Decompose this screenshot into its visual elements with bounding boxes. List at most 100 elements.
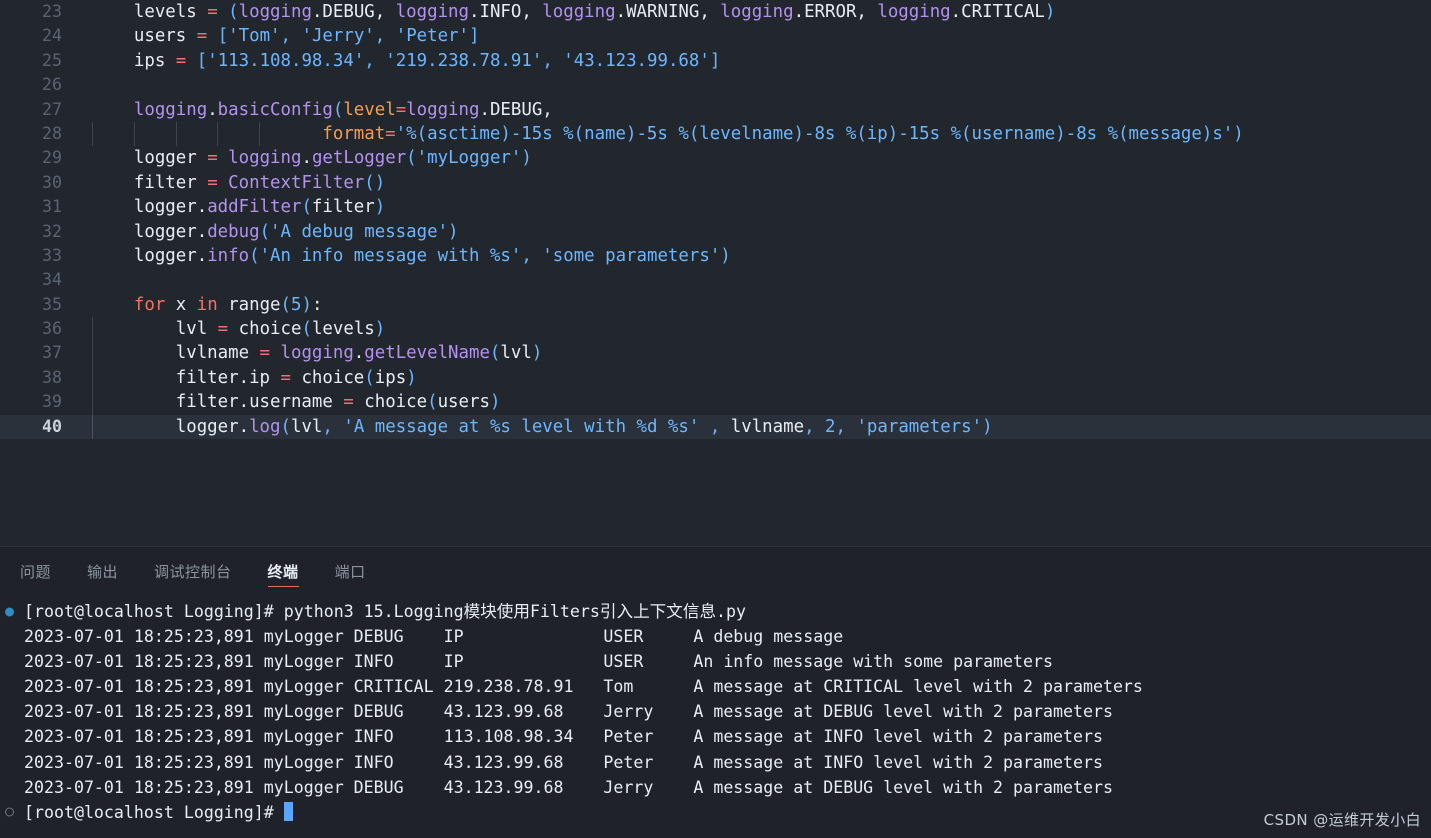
code-token: , <box>542 50 564 71</box>
panel-tab-1[interactable]: 输出 <box>87 547 118 596</box>
code-token: logging <box>133 99 208 120</box>
terminal-text: 2023-07-01 18:25:23,891 myLogger CRITICA… <box>24 677 1143 697</box>
panel-tab-0[interactable]: 问题 <box>20 547 51 596</box>
code-token: .DEBUG, <box>311 2 396 22</box>
code-text: format='%(asctime)-15s %(name)-5s %(leve… <box>62 121 1244 147</box>
code-line[interactable]: 26 <box>0 73 1431 97</box>
terminal-line: [root@localhost Logging]# python3 15.Log… <box>0 599 1431 624</box>
panel-tab-label: 终端 <box>267 563 299 581</box>
line-number: 40 <box>42 416 62 436</box>
code-token: ( <box>489 343 501 364</box>
code-token: 5 <box>291 294 302 315</box>
code-token: [ <box>196 50 208 71</box>
panel-tab-label: 输出 <box>87 563 119 581</box>
code-token: () <box>364 172 386 193</box>
code-token: .DEBUG, <box>479 99 553 120</box>
line-number: 29 <box>42 148 62 168</box>
code-line[interactable]: 28 format='%(asctime)-15s %(name)-5s %(l… <box>0 121 1431 147</box>
panel-tab-3[interactable]: 终端 <box>267 547 299 596</box>
code-token: . <box>238 416 250 437</box>
code-token: logging <box>406 99 480 120</box>
code-line[interactable]: 40 logger.log(lvl, 'A message at %s leve… <box>0 414 1431 440</box>
vscode-window: 23 levels = (logging.DEBUG, logging.INFO… <box>0 0 1431 838</box>
code-token: '219.238.78.91' <box>385 50 543 71</box>
code-token: = <box>280 367 291 388</box>
code-token: users <box>437 392 490 413</box>
line-number: 36 <box>42 319 62 339</box>
panel-tab-2[interactable]: 调试控制台 <box>154 547 232 596</box>
code-token: = <box>175 50 187 71</box>
code-line[interactable]: 36 lvl = choice(levels) <box>0 317 1431 342</box>
code-token: ( <box>249 245 260 266</box>
code-token: 'some parameters' <box>542 245 721 266</box>
code-line[interactable]: 33 logger.info('An info message with %s'… <box>0 244 1431 268</box>
code-token: lvlname <box>175 343 260 364</box>
code-token: 'An info message with %s' <box>259 245 522 266</box>
code-token: lvl <box>500 343 532 364</box>
code-token: 'myLogger' <box>416 148 522 169</box>
code-text: logger.log(lvl, 'A message at %s level w… <box>62 414 993 440</box>
code-token: filter <box>311 197 375 218</box>
code-token: filter <box>175 367 239 388</box>
code-line[interactable]: 39 filter.username = choice(users) <box>0 390 1431 415</box>
code-line[interactable]: 32 logger.debug('A debug message') <box>0 220 1431 244</box>
terminal-line: 2023-07-01 18:25:23,891 myLogger DEBUG 4… <box>0 775 1431 800</box>
code-text: lvlname = logging.getLevelName(lvl) <box>62 341 542 366</box>
line-number: 37 <box>42 343 62 363</box>
code-line[interactable]: 37 lvlname = logging.getLevelName(lvl) <box>0 341 1431 366</box>
terminal-output[interactable]: [root@localhost Logging]# python3 15.Log… <box>0 596 1431 838</box>
code-token: ( <box>406 148 417 169</box>
code-token: in <box>196 294 218 315</box>
code-token: ( <box>427 392 438 413</box>
panel-tab-bar[interactable]: 问题 输出 调试控制台 终端 端口 <box>0 547 1431 596</box>
code-line[interactable]: 23 levels = (logging.DEBUG, logging.INFO… <box>0 0 1431 24</box>
code-token: ) <box>982 416 993 437</box>
code-line[interactable]: 38 filter.ip = choice(ips) <box>0 365 1431 391</box>
code-token: ) <box>489 392 501 413</box>
code-line[interactable]: 31 logger.addFilter(filter) <box>0 195 1431 219</box>
code-text: logger.addFilter(filter) <box>62 195 385 219</box>
code-token: . <box>196 197 208 218</box>
code-line[interactable]: 27 logging.basicConfig(level=logging.DEB… <box>0 98 1431 122</box>
code-line[interactable]: 25 ips = ['113.108.98.34', '219.238.78.9… <box>0 49 1431 73</box>
bottom-panel: 问题 输出 调试控制台 终端 端口 [root@localhost Logging]# … <box>0 546 1431 838</box>
code-token: ) <box>406 367 417 388</box>
code-line[interactable]: 30 filter = ContextFilter() <box>0 171 1431 195</box>
code-token: ( <box>364 367 375 388</box>
code-text: lvl = choice(levels) <box>62 317 385 342</box>
panel-tab-4[interactable]: 端口 <box>335 547 366 596</box>
line-number: 39 <box>42 392 62 412</box>
code-editor[interactable]: 23 levels = (logging.DEBUG, logging.INFO… <box>0 0 1431 546</box>
code-text: for x in range(5): <box>62 293 323 317</box>
code-token: logger <box>133 221 197 242</box>
code-token: '43.123.99.68' <box>563 50 710 71</box>
code-line[interactable]: 34 <box>0 268 1431 292</box>
code-token: = <box>217 319 229 340</box>
code-token: ) <box>448 221 459 242</box>
code-token: logging <box>238 2 312 22</box>
line-number: 28 <box>42 123 62 143</box>
code-token: logger <box>133 148 208 169</box>
code-line[interactable]: 29 logger = logging.getLogger('myLogger'… <box>0 146 1431 170</box>
line-number: 26 <box>42 75 62 95</box>
terminal-line: 2023-07-01 18:25:23,891 myLogger INFO IP… <box>0 649 1431 674</box>
code-text: filter = ContextFilter() <box>62 171 385 195</box>
code-token: '%(asctime)-15s %(name)-5s %(levelname)-… <box>395 123 1234 144</box>
code-line[interactable]: 35 for x in range(5): <box>0 293 1431 317</box>
code-line[interactable]: 24 users = ['Tom', 'Jerry', 'Peter'] <box>0 24 1431 48</box>
code-token: lvl <box>175 319 218 340</box>
code-token: range <box>228 294 281 315</box>
code-line-list: 23 levels = (logging.DEBUG, logging.INFO… <box>0 0 1431 440</box>
code-token: , <box>804 416 826 437</box>
line-number: 31 <box>42 197 62 217</box>
